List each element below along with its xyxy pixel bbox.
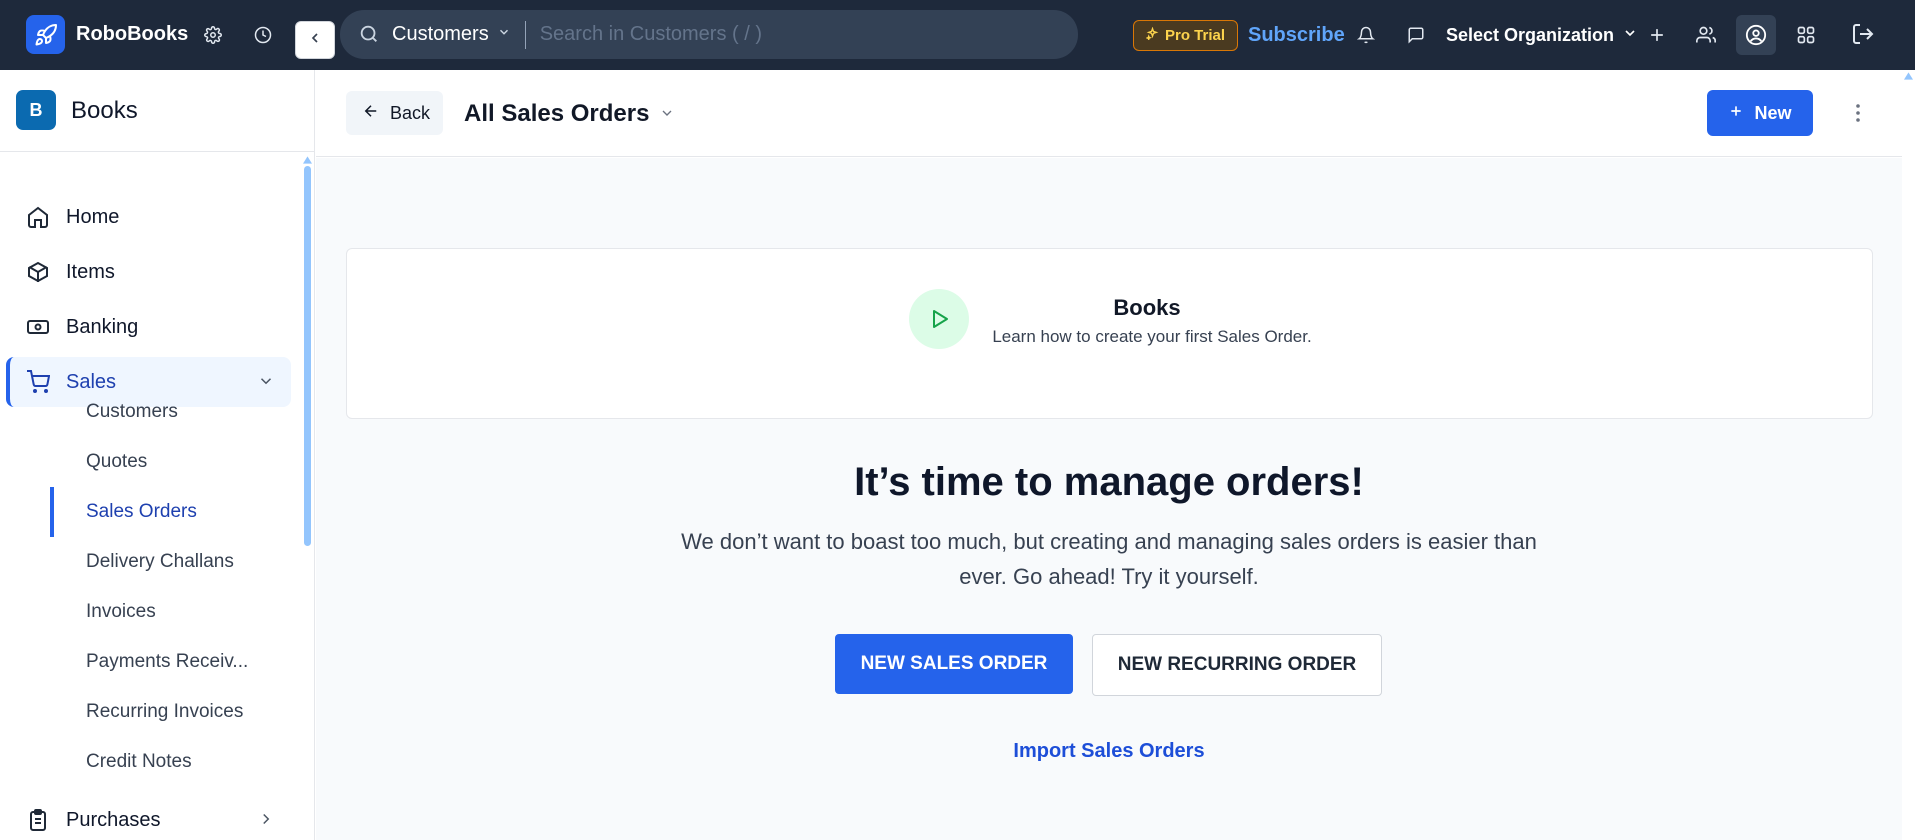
- new-recurring-order-button[interactable]: NEW RECURRING ORDER: [1092, 634, 1382, 696]
- view-selector[interactable]: All Sales Orders: [464, 100, 675, 128]
- sidebar-item-home[interactable]: Home: [6, 192, 291, 242]
- import-sales-orders-link[interactable]: Import Sales Orders: [316, 740, 1902, 763]
- more-options-vertical-dots-icon[interactable]: [1848, 98, 1868, 128]
- plus-icon[interactable]: [1642, 20, 1672, 50]
- sidebar-subitem-credit-notes[interactable]: Credit Notes: [50, 737, 290, 787]
- empty-state-title: It’s time to manage orders!: [854, 460, 1364, 504]
- settings-gear-icon[interactable]: [198, 20, 228, 50]
- sidebar-subitem-sales-orders[interactable]: Sales Orders: [50, 487, 290, 537]
- chevron-down-icon[interactable]: [497, 25, 511, 44]
- history-clock-icon[interactable]: [248, 20, 278, 50]
- banner-subtitle: Learn how to create your first Sales Ord…: [992, 327, 1312, 346]
- sparkle-icon: [1145, 26, 1159, 44]
- sidebar-subitem-recurring-invoices[interactable]: Recurring Invoices: [50, 687, 290, 737]
- users-icon[interactable]: [1691, 20, 1721, 50]
- tutorial-video-banner[interactable]: Books Learn how to create your first Sal…: [346, 248, 1873, 419]
- page-header: Back All Sales Orders New: [316, 70, 1902, 157]
- chevron-down-icon: [1622, 25, 1638, 46]
- back-label: Back: [390, 102, 431, 123]
- sidebar-item-label: Items: [66, 261, 115, 283]
- sidebar-item-label: Home: [66, 206, 120, 228]
- chevron-right-icon[interactable]: [257, 810, 275, 834]
- sidebar-subitem-quotes[interactable]: Quotes: [50, 437, 290, 487]
- sidebar-scrollbar-thumb[interactable]: [304, 166, 311, 546]
- banner-title: Books: [1113, 295, 1181, 320]
- top-bar: RoboBooks Customers Pro Trial Subscribe …: [0, 0, 1915, 70]
- account-user-circle-icon[interactable]: [1736, 15, 1776, 55]
- collapse-sidebar-button[interactable]: [295, 21, 335, 59]
- play-video-icon[interactable]: [909, 289, 969, 349]
- page-scrollbar[interactable]: [1902, 70, 1915, 840]
- sidebar-item-label: Purchases: [66, 809, 161, 831]
- pro-trial-label: Pro Trial: [1165, 27, 1226, 44]
- clipboard-icon: [26, 808, 50, 832]
- app-name[interactable]: RoboBooks: [76, 23, 188, 46]
- bell-icon[interactable]: [1351, 20, 1381, 50]
- sidebar-item-items[interactable]: Items: [6, 247, 291, 297]
- main-content: Books Learn how to create your first Sal…: [316, 158, 1902, 840]
- arrow-left-icon: [362, 102, 380, 125]
- sidebar-subitem-customers[interactable]: Customers: [50, 387, 290, 437]
- new-sales-order-button[interactable]: New: [1707, 90, 1813, 136]
- rocket-logo-icon[interactable]: [26, 15, 65, 54]
- search-icon: [358, 23, 380, 50]
- home-icon: [26, 205, 50, 229]
- pro-trial-badge[interactable]: Pro Trial: [1133, 20, 1239, 51]
- search-module-selector[interactable]: Customers: [392, 23, 489, 46]
- sidebar-item-banking[interactable]: Banking: [6, 302, 291, 352]
- books-brand-badge: B: [16, 90, 56, 130]
- new-sales-order-cta-button[interactable]: NEW SALES ORDER: [835, 634, 1073, 694]
- sidebar-subitem-invoices[interactable]: Invoices: [50, 587, 290, 637]
- sidebar-subitem-payments-received[interactable]: Payments Receiv...: [50, 637, 290, 687]
- empty-state-description: We don’t want to boast too much, but cre…: [681, 529, 1537, 589]
- subscribe-link[interactable]: Subscribe: [1248, 24, 1345, 47]
- chevron-down-icon: [659, 100, 675, 128]
- cart-icon: [26, 370, 51, 394]
- box-icon: [26, 260, 50, 284]
- organization-label: Select Organization: [1446, 25, 1615, 45]
- sidebar-divider: [0, 151, 315, 152]
- new-button-label: New: [1754, 102, 1792, 123]
- sidebar-item-label: Banking: [66, 316, 139, 338]
- brand-name: Books: [71, 97, 138, 124]
- organization-selector[interactable]: Select Organization: [1446, 25, 1638, 46]
- sidebar-subitem-delivery-challans[interactable]: Delivery Challans: [50, 537, 290, 587]
- chat-message-icon[interactable]: [1401, 20, 1431, 50]
- search-separator: [524, 20, 526, 49]
- search-input[interactable]: [539, 23, 1040, 46]
- plus-icon: [1728, 103, 1744, 124]
- banknote-icon: [26, 315, 50, 339]
- chevron-left-icon: [307, 30, 323, 51]
- sidebar-item-purchases[interactable]: Purchases: [6, 795, 291, 840]
- back-button[interactable]: Back: [346, 91, 443, 135]
- apps-grid-icon[interactable]: [1791, 20, 1821, 50]
- page-title: All Sales Orders: [464, 100, 650, 127]
- global-search-bar[interactable]: Customers: [340, 10, 1078, 59]
- logout-icon[interactable]: [1848, 19, 1878, 49]
- sidebar: B Books Home Items Banking Sales Custome…: [0, 70, 315, 840]
